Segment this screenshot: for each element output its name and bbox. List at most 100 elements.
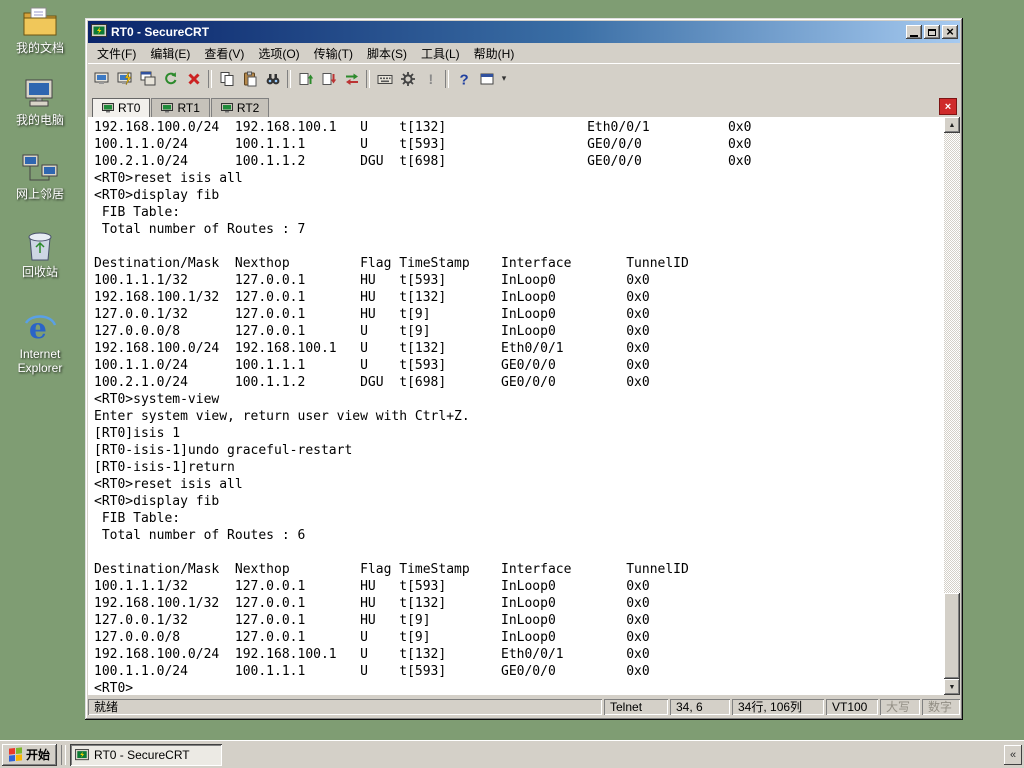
reconnect-icon[interactable] bbox=[159, 68, 182, 90]
copy-icon[interactable] bbox=[215, 68, 238, 90]
terminal-area: 192.168.100.0/24 192.168.100.1 U t[132] … bbox=[88, 117, 960, 695]
toolbar: ! ? ▾ bbox=[88, 63, 960, 93]
paste-icon[interactable] bbox=[238, 68, 261, 90]
terminal-line: Total number of Routes : 6 bbox=[94, 528, 306, 543]
terminal-line: <RT0>system-view bbox=[94, 392, 220, 407]
network-places-icon bbox=[6, 150, 74, 184]
taskbar-task-securecrt[interactable]: RT0 - SecureCRT bbox=[70, 743, 223, 766]
maximize-button[interactable] bbox=[924, 25, 940, 39]
disconnect-icon[interactable] bbox=[182, 68, 205, 90]
connect-icon[interactable] bbox=[90, 68, 113, 90]
icon-label: Internet Explorer bbox=[17, 347, 63, 375]
terminal-icon bbox=[102, 102, 114, 112]
scrollbar-up-button[interactable]: ▲ bbox=[944, 117, 960, 133]
terminal-line: [RT0-isis-1]return bbox=[94, 460, 235, 475]
terminal-line: 192.168.100.1/32 127.0.0.1 HU t[132] InL… bbox=[94, 290, 650, 305]
terminal-line: [RT0]isis 1 bbox=[94, 426, 181, 441]
menu-item[interactable]: 脚本(S) bbox=[360, 43, 414, 64]
menu-item[interactable]: 工具(L) bbox=[414, 43, 467, 64]
toolbar-separator bbox=[287, 69, 291, 88]
title-bar[interactable]: RT0 - SecureCRT × bbox=[88, 21, 960, 43]
close-icon: × bbox=[944, 100, 952, 113]
tab-rt2[interactable]: RT2 bbox=[210, 98, 270, 117]
connect-in-tab-icon[interactable] bbox=[136, 68, 159, 90]
tab-rt0[interactable]: RT0 bbox=[92, 98, 151, 117]
terminal-line: <RT0> bbox=[94, 681, 134, 695]
zmodem-upload-icon[interactable] bbox=[294, 68, 317, 90]
taskbar-divider bbox=[61, 744, 67, 765]
desktop-icon-recycle-bin[interactable]: 回收站 bbox=[6, 228, 74, 279]
desktop-icon-my-computer[interactable]: 我的电脑 bbox=[6, 76, 74, 127]
tray-chevron-button[interactable]: « bbox=[1004, 744, 1022, 765]
toolbar-overflow-chevron-icon[interactable]: ▾ bbox=[498, 73, 510, 84]
session-options-icon[interactable] bbox=[396, 68, 419, 90]
terminal-line: 192.168.100.0/24 192.168.100.1 U t[132] … bbox=[94, 120, 752, 135]
new-window-icon[interactable] bbox=[475, 68, 498, 90]
find-icon[interactable] bbox=[261, 68, 284, 90]
menu-item[interactable]: 编辑(E) bbox=[143, 43, 197, 64]
icon-label: 我的文档 bbox=[15, 41, 64, 55]
scrollbar-down-button[interactable]: ▼ bbox=[944, 679, 960, 695]
terminal-line: Destination/Mask Nexthop Flag TimeStamp … bbox=[94, 562, 689, 577]
quick-connect-icon[interactable] bbox=[113, 68, 136, 90]
terminal-line: 100.1.1.0/24 100.1.1.1 U t[593] GE0/0/0 … bbox=[94, 664, 650, 679]
close-button[interactable]: × bbox=[942, 25, 958, 39]
svg-text:?: ? bbox=[459, 71, 468, 87]
scrollbar-thumb[interactable] bbox=[944, 593, 960, 679]
terminal-icon bbox=[220, 102, 233, 112]
tab-close-button[interactable]: × bbox=[939, 98, 957, 115]
terminal-line: 100.1.1.1/32 127.0.0.1 HU t[593] InLoop0… bbox=[94, 273, 650, 288]
start-button[interactable]: 开始 bbox=[2, 743, 58, 766]
clear-screen-icon[interactable]: ! bbox=[419, 68, 442, 90]
terminal-line: 127.0.0.1/32 127.0.0.1 HU t[9] InLoop0 0… bbox=[94, 613, 650, 628]
keymap-editor-icon[interactable] bbox=[373, 68, 396, 90]
menu-item[interactable]: 查看(V) bbox=[197, 43, 251, 64]
recycle-bin-icon bbox=[6, 228, 74, 262]
terminal-line: 192.168.100.1/32 127.0.0.1 HU t[132] InL… bbox=[94, 596, 650, 611]
icon-label: 网上邻居 bbox=[15, 187, 64, 201]
my-documents-icon bbox=[6, 4, 74, 38]
minimize-button[interactable] bbox=[906, 25, 922, 39]
help-icon[interactable]: ? bbox=[452, 68, 475, 90]
svg-text:!: ! bbox=[428, 71, 433, 87]
desktop-icon-network-places[interactable]: 网上邻居 bbox=[6, 150, 74, 201]
my-computer-icon bbox=[6, 76, 74, 110]
status-num-indicator: 数字 bbox=[922, 699, 960, 715]
task-label: RT0 - SecureCRT bbox=[94, 747, 190, 762]
zmodem-download-icon[interactable] bbox=[317, 68, 340, 90]
terminal-line: Enter system view, return user view with… bbox=[94, 409, 470, 424]
desktop-icon-internet-explorer[interactable]: e Internet Explorer bbox=[6, 310, 74, 375]
status-caps-indicator: 大写 bbox=[880, 699, 920, 715]
terminal-line: <RT0>display fib bbox=[94, 494, 220, 509]
scrollbar-track[interactable] bbox=[944, 133, 960, 679]
terminal-icon bbox=[161, 102, 174, 112]
menu-item[interactable]: 帮助(H) bbox=[467, 43, 522, 64]
status-terminal-size: 34行, 106列 bbox=[732, 699, 824, 715]
menu-bar: 文件(F) 编辑(E) 查看(V) 选项(O) 传输(T) 脚本(S) 工具(L) 帮助(H) bbox=[88, 43, 960, 63]
minimize-icon bbox=[910, 34, 918, 37]
terminal-line: 100.1.1.1/32 127.0.0.1 HU t[593] InLoop0… bbox=[94, 579, 650, 594]
terminal-line: [RT0-isis-1]undo graceful-restart bbox=[94, 443, 353, 458]
tab-rt1[interactable]: RT1 bbox=[151, 98, 210, 117]
terminal-line: 127.0.0.0/8 127.0.0.1 U t[9] InLoop0 0x0 bbox=[94, 324, 650, 339]
desktop-icon-my-documents[interactable]: 我的文档 bbox=[6, 4, 74, 55]
menu-item[interactable]: 传输(T) bbox=[307, 43, 360, 64]
menu-item[interactable]: 选项(O) bbox=[251, 43, 306, 64]
terminal-line: Destination/Mask Nexthop Flag TimeStamp … bbox=[94, 256, 689, 271]
tab-label: RT1 bbox=[177, 101, 200, 115]
window-title: RT0 - SecureCRT bbox=[111, 25, 210, 39]
close-icon: × bbox=[946, 24, 954, 39]
transfer-queue-icon[interactable] bbox=[340, 68, 363, 90]
terminal-line: <RT0>reset isis all bbox=[94, 477, 243, 492]
terminal-line: <RT0>display fib bbox=[94, 188, 220, 203]
icon-label: 我的电脑 bbox=[15, 113, 64, 127]
app-icon bbox=[75, 748, 89, 760]
status-protocol: Telnet bbox=[604, 699, 668, 715]
menu-item[interactable]: 文件(F) bbox=[90, 43, 143, 64]
status-ready: 就绪 bbox=[88, 699, 602, 715]
terminal-output[interactable]: 192.168.100.0/24 192.168.100.1 U t[132] … bbox=[88, 117, 944, 695]
status-cursor-position: 34, 6 bbox=[670, 699, 730, 715]
terminal-line: FIB Table: bbox=[94, 511, 181, 526]
